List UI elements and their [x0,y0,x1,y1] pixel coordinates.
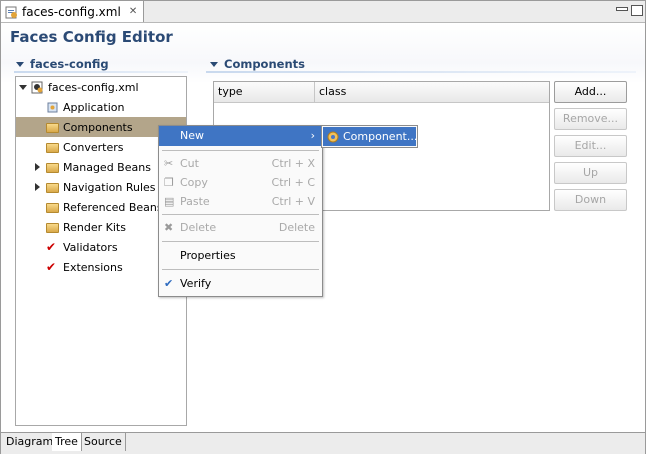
tree-item-converters[interactable]: Converters [46,137,124,157]
down-button[interactable]: Down [554,189,627,211]
edit-button[interactable]: Edit... [554,135,627,157]
folder-icon [46,201,59,213]
menu-item-label: New [180,129,204,142]
collapse-icon [16,61,24,67]
folder-icon [46,221,59,233]
component-icon [327,130,339,143]
tab-tree[interactable]: Tree [52,433,82,451]
new-submenu: Component... [321,125,418,148]
tree-root[interactable]: faces-config.xml [18,77,139,97]
section-title: Components [224,57,305,71]
tree-item-navigation-rules[interactable]: Navigation Rules [33,177,156,197]
tree-item-label: Application [63,100,125,114]
xml-file-icon [5,6,18,18]
section-title: faces-config [30,57,109,71]
menu-item-label: Cut [180,157,199,170]
editor-content: Faces Config Editor faces-config Compone… [1,23,645,431]
expand-twisty[interactable] [33,163,42,172]
menu-item-new[interactable]: New › [159,126,322,146]
editor-tab[interactable]: faces-config.xml ✕ [1,1,145,22]
remove-button[interactable]: Remove... [554,108,627,130]
copy-icon: ❐ [164,176,174,189]
application-icon [46,101,59,113]
tree-item-referenced-beans[interactable]: Referenced Beans [46,197,163,217]
menu-separator [162,241,319,242]
tree-item-extensions[interactable]: ✔ Extensions [46,257,123,277]
section-divider [14,71,188,73]
paste-icon: ▤ [164,195,175,208]
section-divider [206,71,636,73]
check-icon: ✔ [46,260,57,274]
menu-item-cut[interactable]: ✂ Cut Ctrl + X [159,154,322,174]
menu-item-shortcut: Delete [278,221,315,234]
verify-icon: ✔ [164,277,174,290]
menu-item-shortcut: Ctrl + C [271,176,315,189]
tree-item-label: Referenced Beans [63,200,163,214]
collapse-icon [210,61,218,67]
tree-item-label: Render Kits [63,220,126,234]
menu-item-copy[interactable]: ❐ Copy Ctrl + C [159,173,322,193]
menu-item-label: Delete [180,221,217,234]
tree-item-render-kits[interactable]: Render Kits [46,217,126,237]
tree-item-label: Extensions [63,260,123,274]
tree-item-managed-beans[interactable]: Managed Beans [33,157,151,177]
menu-separator [162,150,319,151]
tree-item-application[interactable]: Application [46,97,124,117]
editor-tab-bar: faces-config.xml ✕ [1,1,645,23]
tab-diagram[interactable]: Diagram [3,433,58,451]
add-button[interactable]: Add... [554,81,627,103]
faces-config-file-icon [31,81,44,94]
folder-icon [46,141,59,153]
menu-item-paste[interactable]: ▤ Paste Ctrl + V [159,192,322,212]
context-menu: New › ✂ Cut Ctrl + X ❐ Copy Ctrl + C ▤ P… [158,125,323,297]
menu-item-delete[interactable]: ✖ Delete Delete [159,218,322,238]
menu-item-shortcut: Ctrl + V [271,195,315,208]
menu-item-properties[interactable]: Properties [159,246,322,266]
faces-config-section-header[interactable]: faces-config [16,57,109,71]
tree-item-validators[interactable]: ✔ Validators [46,237,118,257]
menu-item-verify[interactable]: ✔ Verify [159,274,322,294]
expand-twisty[interactable] [18,83,27,92]
tab-source[interactable]: Source [81,433,126,451]
close-tab-icon[interactable]: ✕ [129,6,137,17]
tree-item-label: Converters [63,140,124,154]
menu-item-label: Component... [343,130,418,143]
menu-item-label: Copy [180,176,208,189]
scissors-icon: ✂ [164,157,174,170]
tree-root-label: faces-config.xml [48,80,139,94]
check-icon: ✔ [46,240,57,254]
table-header: type class [214,82,549,103]
column-header-class[interactable]: class [315,82,539,102]
editor-tab-label: faces-config.xml [22,4,121,19]
tree-item-label: Managed Beans [63,160,151,174]
submenu-arrow-icon: › [310,129,315,142]
expand-twisty[interactable] [33,183,42,192]
editor-page-tabs: Diagram Tree Source [1,432,645,454]
tree-item-label: Validators [63,240,118,254]
up-button[interactable]: Up [554,162,627,184]
menu-item-label: Verify [180,277,212,290]
page-title: Faces Config Editor [10,28,173,46]
folder-icon [46,181,59,193]
minimize-icon[interactable] [616,7,628,11]
menu-item-label: Paste [180,195,210,208]
maximize-icon[interactable] [631,5,643,16]
menu-separator [162,214,319,215]
folder-icon [46,161,59,173]
delete-icon: ✖ [164,221,174,234]
components-section-header[interactable]: Components [210,57,305,71]
menu-separator [162,269,319,270]
menu-item-shortcut: Ctrl + X [271,157,315,170]
menu-item-component[interactable]: Component... [323,127,418,146]
tree-item-label: Navigation Rules [63,180,156,194]
folder-icon [46,121,59,133]
column-header-type[interactable]: type [214,82,315,102]
menu-item-label: Properties [180,249,236,262]
tree-item-label: Components [63,120,133,134]
